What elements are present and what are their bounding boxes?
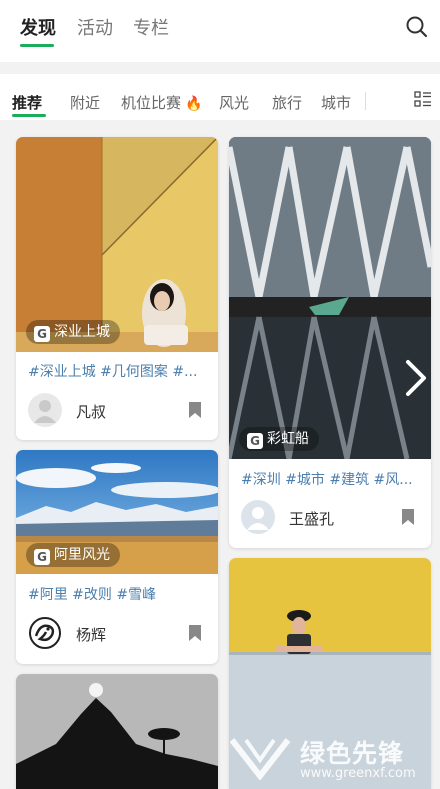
photo-architecture <box>229 137 431 459</box>
chevron-left-icon[interactable] <box>12 358 42 398</box>
location-label: 彩虹船 <box>267 431 309 447</box>
fire-icon: 🔥 <box>185 96 203 112</box>
feed-card[interactable]: G 深业上城 #深业上城 #几何图案 #... 凡叔 <box>16 137 218 440</box>
card-photo[interactable]: G 阿里风光 <box>16 450 218 574</box>
card-photo[interactable] <box>16 674 218 789</box>
grid-menu-icon <box>414 91 431 107</box>
location-badge[interactable]: G 阿里风光 <box>26 543 120 567</box>
card-tags[interactable]: #深业上城 #几何图案 #... <box>28 361 212 381</box>
location-badge[interactable]: G 彩虹船 <box>239 427 319 451</box>
category-spot-contest-label: 机位比赛 <box>121 94 182 112</box>
watermark: 绿色先锋 www.greenxf.com <box>230 730 438 788</box>
category-nearby[interactable]: 附近 <box>70 92 100 113</box>
divider <box>365 92 366 110</box>
grid-menu-button[interactable] <box>414 90 432 108</box>
location-label: 阿里风光 <box>54 547 110 563</box>
card-tags[interactable]: #阿里 #改则 #雪峰 <box>28 584 212 604</box>
watermark-brand: 绿色先锋 <box>300 739 405 768</box>
search-button[interactable] <box>404 14 430 40</box>
active-tab-indicator <box>20 44 54 47</box>
chevron-right-icon[interactable] <box>402 358 432 398</box>
category-travel[interactable]: 旅行 <box>272 92 302 113</box>
category-bar: 推荐 附近 机位比赛 🔥 风光 旅行 城市 <box>0 68 440 120</box>
author-name[interactable]: 杨辉 <box>76 624 106 645</box>
card-tags[interactable]: #深圳 #城市 #建筑 #风... <box>241 469 425 489</box>
default-avatar-icon <box>34 400 56 423</box>
search-icon <box>406 16 428 38</box>
avatar[interactable] <box>28 393 62 427</box>
author-name[interactable]: 凡叔 <box>76 401 106 422</box>
top-nav-bar: 发现 活动 专栏 <box>0 0 440 62</box>
bookmark-icon[interactable] <box>401 508 415 526</box>
bookmark-icon[interactable] <box>188 624 202 642</box>
tab-columns[interactable]: 专栏 <box>133 14 169 40</box>
avatar[interactable] <box>241 500 275 534</box>
category-city[interactable]: 城市 <box>321 92 351 113</box>
location-label: 深业上城 <box>54 324 110 340</box>
bookmark-icon[interactable] <box>188 401 202 419</box>
location-logo-icon: G <box>34 549 50 565</box>
card-photo[interactable]: G 深业上城 <box>16 137 218 352</box>
watermark-url: www.greenxf.com <box>300 766 416 781</box>
card-photo[interactable]: G 彩虹船 <box>229 137 431 459</box>
photo-mountain <box>16 674 218 789</box>
watermark-logo-icon <box>230 738 291 780</box>
category-recommended[interactable]: 推荐 <box>12 92 42 113</box>
dragon-avatar-icon <box>29 617 61 649</box>
default-avatar-icon <box>247 507 269 530</box>
location-logo-icon: G <box>34 326 50 342</box>
avatar[interactable] <box>28 616 62 650</box>
tab-activities[interactable]: 活动 <box>77 14 113 40</box>
feed-card[interactable] <box>16 674 218 789</box>
location-badge[interactable]: G 深业上城 <box>26 320 120 344</box>
category-scenery[interactable]: 风光 <box>219 92 249 113</box>
location-logo-icon: G <box>247 433 263 449</box>
tab-discover[interactable]: 发现 <box>20 14 56 40</box>
author-name[interactable]: 王盛孔 <box>289 508 334 529</box>
feed-card[interactable]: G 阿里风光 #阿里 #改则 #雪峰 杨辉 <box>16 450 218 664</box>
feed-card[interactable]: G 彩虹船 #深圳 #城市 #建筑 #风... 王盛孔 <box>229 137 431 548</box>
active-category-indicator <box>12 114 46 117</box>
category-spot-contest[interactable]: 机位比赛 🔥 <box>121 92 202 113</box>
